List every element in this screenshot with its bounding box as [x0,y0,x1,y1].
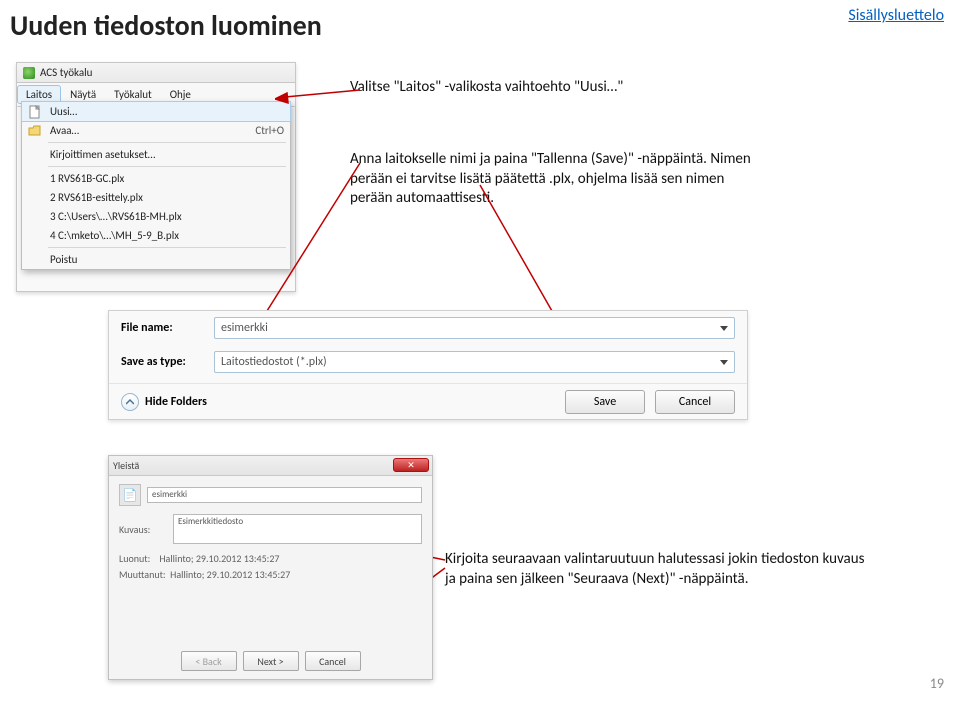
saveas-value: Laitostiedostot (*.plx) [221,355,327,369]
menu-item-label: Uusi… [50,105,77,118]
back-button: < Back [181,651,237,671]
separator [48,142,286,143]
menu-item-label: 2 RVS61B-esittely.plx [50,191,143,204]
dialog-title: Yleistä [113,459,139,472]
open-folder-icon [28,124,42,138]
page-number: 19 [930,675,944,692]
menu-item-label: Poistu [50,253,77,266]
hide-folders-toggle[interactable]: Hide Folders [121,393,207,411]
menu-item-label: Avaa… [50,124,79,137]
window-titlebar: ACS työkalu [17,63,295,83]
menu-item-avaa[interactable]: Avaa… Ctrl+O [22,121,290,140]
file-icon: 📄 [119,484,141,506]
instruction-1: Valitse "Laitos" -valikosta vaihtoehto "… [350,78,650,96]
menu-item-label: Kirjoittimen asetukset… [50,148,155,161]
close-button[interactable]: ✕ [393,458,429,472]
filename-input[interactable]: esimerkki [214,317,735,339]
page-title: Uuden tiedoston luominen [10,8,322,43]
app-title: ACS työkalu [40,66,92,79]
cancel-button[interactable]: Cancel [305,651,361,671]
muuttanut-value: Hallinto; 29.10.2012 13:45:27 [170,568,290,581]
dialog-titlebar: Yleistä ✕ [109,456,432,476]
info-dialog-screenshot: Yleistä ✕ 📄 esimerkki Kuvaus: Esimerkkit… [108,455,433,680]
chevron-down-icon[interactable] [720,360,728,365]
new-file-icon [28,105,42,119]
chevron-down-icon[interactable] [720,326,728,331]
kuvaus-input[interactable]: Esimerkkitiedosto [173,514,422,544]
shortcut-label: Ctrl+O [255,124,284,137]
toc-link[interactable]: Sisällysluettelo [848,6,944,25]
menu-item-label: 4 C:\mketo\…\MH_5-9_B.plx [50,229,179,242]
luonut-value: Hallinto; 29.10.2012 13:45:27 [159,552,279,565]
app-icon [23,67,35,79]
menu-item-label: 3 C:\Users\…\RVS61B-MH.plx [50,210,182,223]
save-button[interactable]: Save [565,390,645,414]
menu-item-label: 1 RVS61B-GC.plx [50,172,124,185]
saveas-select[interactable]: Laitostiedostot (*.plx) [214,351,735,373]
saveas-label: Save as type: [121,355,206,369]
instruction-3: Kirjoita seuraavaan valintaruutuun halut… [445,550,875,589]
filename-value: esimerkki [221,321,268,335]
chevron-up-icon [121,393,139,411]
filename-label: File name: [121,321,206,335]
muuttanut-label: Muuttanut: [119,568,166,581]
luonut-label: Luonut: [119,552,150,565]
name-input[interactable]: esimerkki [147,487,422,503]
hide-folders-label: Hide Folders [145,395,207,409]
arrow-1 [275,85,365,105]
menu-item-uusi[interactable]: Uusi… [22,102,290,121]
save-dialog-screenshot: File name: esimerkki Save as type: Laito… [108,310,748,420]
cancel-button[interactable]: Cancel [655,390,735,414]
next-button[interactable]: Next > [243,651,299,671]
kuvaus-label: Kuvaus: [119,523,167,536]
